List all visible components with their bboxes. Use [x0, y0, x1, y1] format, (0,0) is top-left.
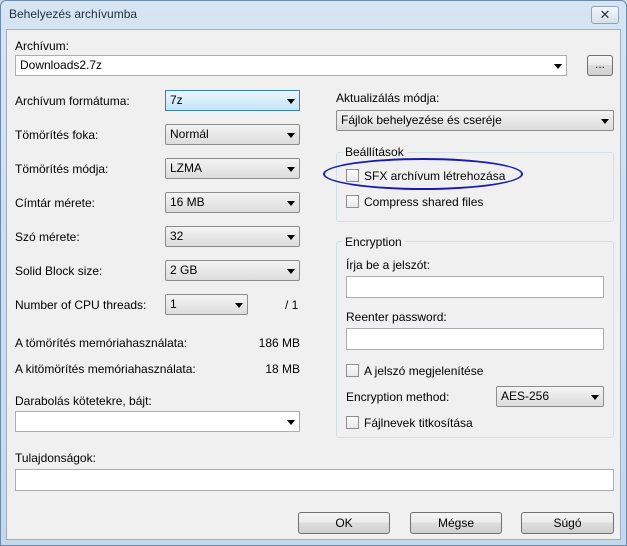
dialog-window: Behelyezés archívumba ✕ Archívum: Downlo…: [0, 0, 627, 546]
archive-label: Archívum:: [15, 39, 70, 53]
encryption-group-title: Encryption: [342, 235, 405, 249]
update-mode-select[interactable]: Fájlok behelyezése és cseréje: [336, 110, 614, 131]
chevron-down-icon: [601, 119, 609, 124]
method-label: Tömörítés módja:: [15, 162, 109, 176]
mem-decompress-value: 18 MB: [265, 362, 300, 376]
chevron-down-icon: [287, 269, 295, 274]
show-password-label: A jelszó megjelenítése: [364, 364, 484, 378]
chevron-down-icon: [235, 303, 243, 308]
level-label: Tömörítés foka:: [15, 128, 99, 142]
solid-label: Solid Block size:: [15, 264, 103, 278]
method-select[interactable]: LZMA: [165, 158, 300, 179]
shared-label: Compress shared files: [364, 195, 484, 209]
threads-max: / 1: [285, 298, 299, 312]
mem-compress-value: 186 MB: [258, 336, 300, 350]
chevron-down-icon: [287, 167, 295, 172]
close-icon: ✕: [599, 7, 611, 22]
threads-label: Number of CPU threads:: [15, 298, 147, 312]
title-bar[interactable]: Behelyezés archívumba ✕: [1, 1, 626, 29]
chevron-down-icon: [287, 201, 295, 206]
dialog-client: Archívum: Downloads2.7z ... Archívum for…: [6, 29, 621, 540]
options-group-title: Beállítások: [342, 145, 407, 159]
chevron-down-icon: [287, 99, 295, 104]
format-select[interactable]: 7z: [165, 90, 300, 111]
reenter-password-input[interactable]: [346, 328, 604, 350]
split-combo[interactable]: [15, 411, 300, 432]
chevron-down-icon: [287, 235, 295, 240]
encrypt-names-label: Fájlnevek titkosítása: [364, 416, 473, 430]
reenter-label: Reenter password:: [346, 310, 447, 324]
mem-decompress-label: A kitömörítés memóriahasználata:: [15, 362, 196, 376]
threads-select[interactable]: 1: [165, 294, 248, 315]
params-input[interactable]: [15, 469, 614, 491]
window-title: Behelyezés archívumba: [9, 7, 138, 21]
close-button[interactable]: ✕: [591, 6, 619, 24]
browse-button[interactable]: ...: [587, 55, 613, 76]
chevron-down-icon: [287, 420, 295, 425]
params-label: Tulajdonságok:: [15, 451, 96, 465]
update-mode-label: Aktualizálás módja:: [336, 91, 440, 105]
archive-path-combo[interactable]: Downloads2.7z: [15, 55, 567, 76]
archive-path-value: Downloads2.7z: [20, 58, 103, 72]
ok-button[interactable]: OK: [298, 512, 390, 534]
help-button[interactable]: Súgó: [521, 512, 614, 534]
level-select[interactable]: Normál: [165, 124, 300, 145]
chevron-down-icon: [591, 395, 599, 400]
cancel-button[interactable]: Mégse: [410, 512, 502, 534]
show-password-checkbox[interactable]: [346, 364, 359, 377]
mem-compress-label: A tömörítés memóriahasználata:: [15, 336, 188, 350]
dict-select[interactable]: 16 MB: [165, 192, 300, 213]
solid-select[interactable]: 2 GB: [165, 260, 300, 281]
chevron-down-icon: [287, 133, 295, 138]
dict-label: Címtár mérete:: [15, 196, 96, 210]
annotation-ellipse: [323, 158, 523, 190]
format-label: Archívum formátuma:: [15, 94, 130, 108]
encryption-method-label: Encryption method:: [346, 390, 450, 404]
shared-checkbox[interactable]: [346, 195, 359, 208]
split-label: Darabolás kötetekre, bájt:: [15, 394, 152, 408]
word-select[interactable]: 32: [165, 226, 300, 247]
chevron-down-icon: [554, 64, 562, 69]
password-input[interactable]: [346, 276, 604, 298]
word-label: Szó mérete:: [15, 230, 80, 244]
password-label: Írja be a jelszót:: [346, 258, 431, 272]
encryption-method-select[interactable]: AES-256: [496, 386, 604, 407]
encrypt-names-checkbox[interactable]: [346, 416, 359, 429]
